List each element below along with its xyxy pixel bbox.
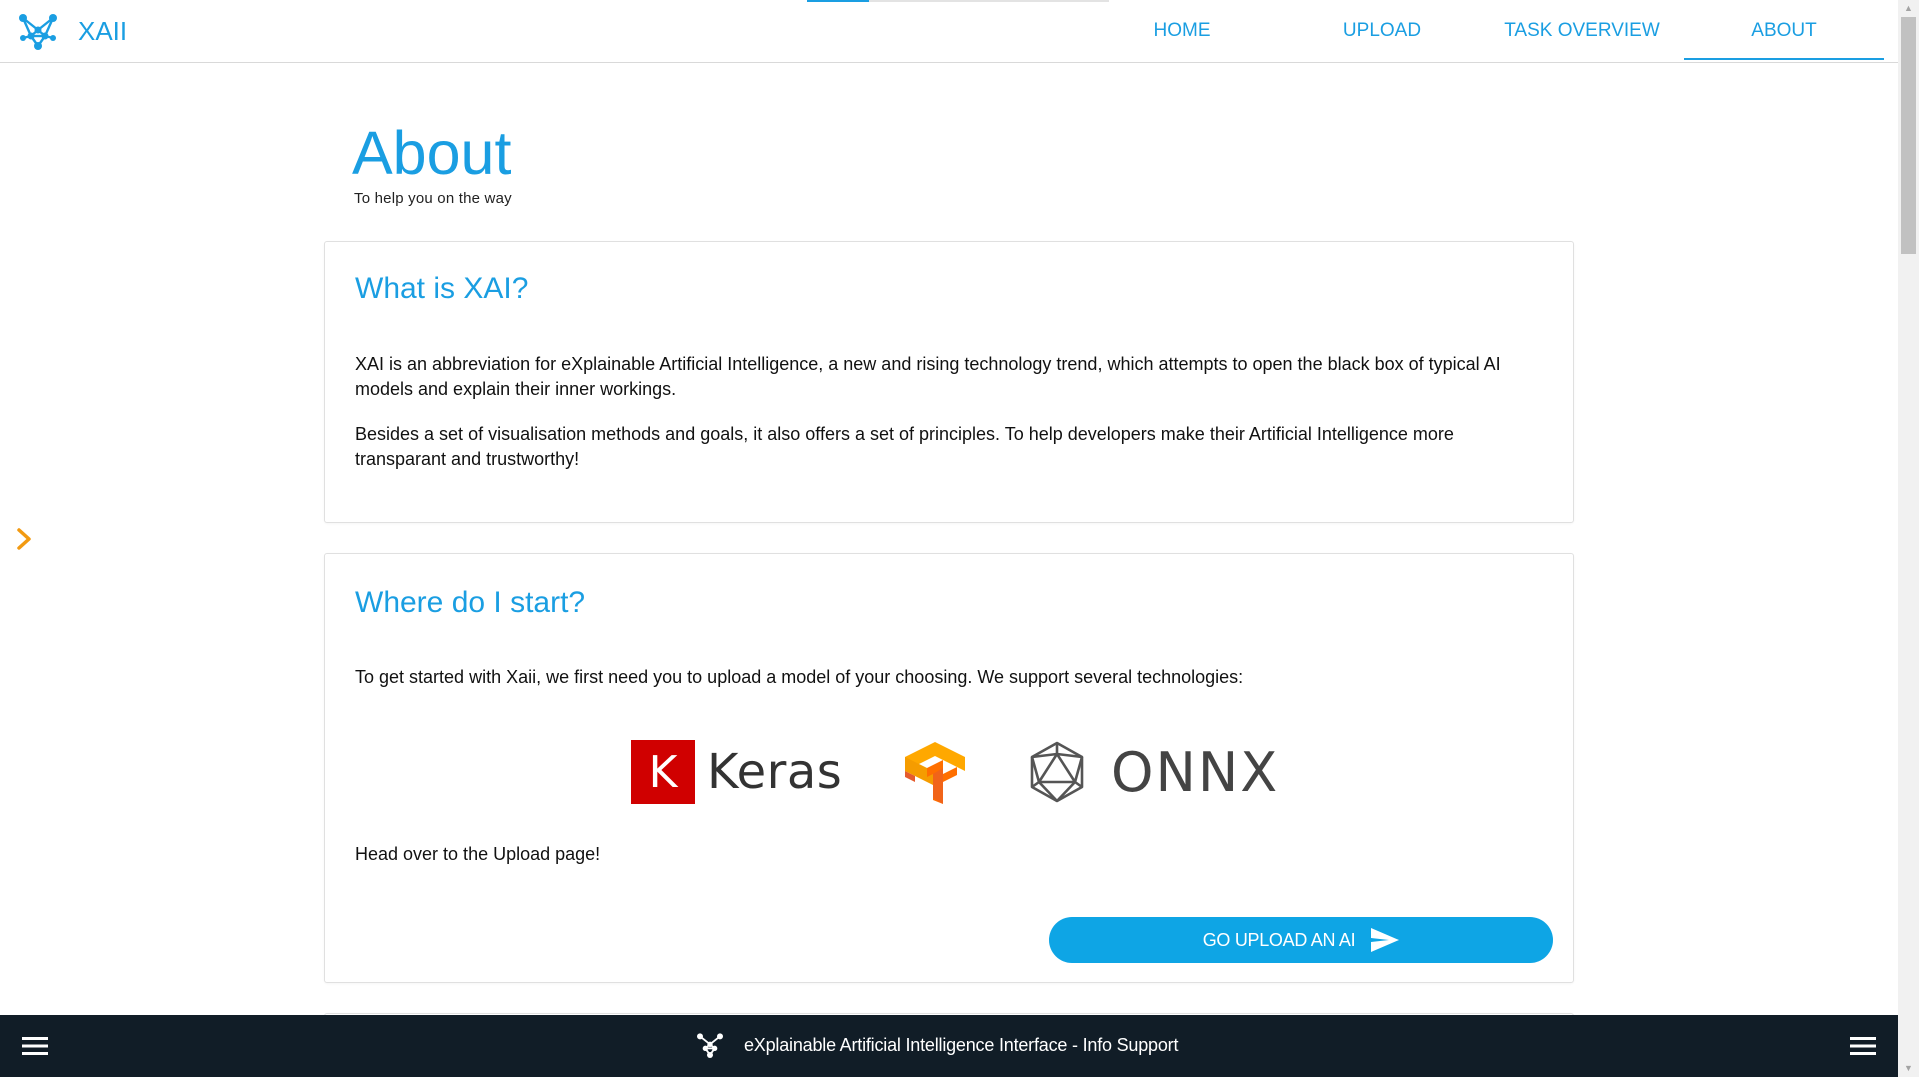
scroll-up-arrow-icon[interactable]: ▲ bbox=[1898, 0, 1919, 17]
card-title: Where do I start? bbox=[355, 586, 586, 619]
nav-task-overview[interactable]: TASK OVERVIEW bbox=[1497, 0, 1667, 62]
top-navbar: XAII HOME UPLOAD TASK OVERVIEW ABOUT bbox=[0, 0, 1898, 63]
card-paragraph: XAI is an abbreviation for eXplainable A… bbox=[355, 354, 1501, 399]
footer: eXplainable Artificial Intelligence Inte… bbox=[0, 1015, 1898, 1077]
nav-upload[interactable]: UPLOAD bbox=[1297, 0, 1467, 62]
card-cta-text: Head over to the Upload page! bbox=[355, 844, 601, 864]
send-arrow-icon bbox=[1371, 928, 1400, 952]
page-title: About bbox=[352, 119, 512, 187]
keras-name: Keras bbox=[707, 744, 843, 800]
loading-progress-bar bbox=[807, 0, 1109, 2]
brand[interactable]: XAII bbox=[17, 10, 127, 52]
onnx-logo: ONNX bbox=[1025, 740, 1279, 804]
nav-home[interactable]: HOME bbox=[1097, 0, 1267, 62]
hamburger-menu-icon[interactable] bbox=[1850, 1035, 1876, 1057]
card-title: What is XAI? bbox=[355, 272, 529, 305]
go-upload-button[interactable]: GO UPLOAD AN AI bbox=[1049, 917, 1553, 963]
nav-about[interactable]: ABOUT bbox=[1684, 0, 1884, 62]
footer-text: eXplainable Artificial Intelligence Inte… bbox=[744, 1034, 1179, 1055]
card-paragraph: Besides a set of visualisation methods a… bbox=[355, 424, 1454, 469]
keras-mark: K bbox=[648, 746, 678, 798]
network-molecule-icon bbox=[19, 14, 57, 50]
scrollbar-thumb[interactable] bbox=[1901, 17, 1916, 254]
scroll-down-arrow-icon[interactable]: ▼ bbox=[1898, 1060, 1919, 1077]
onnx-name: ONNX bbox=[1111, 740, 1280, 804]
keras-logo: K Keras bbox=[631, 740, 842, 804]
card-what-is-xai: What is XAI? XAI is an abbreviation for … bbox=[324, 241, 1574, 523]
tensorflow-logo-icon bbox=[905, 742, 965, 804]
brand-name: XAII bbox=[78, 15, 128, 46]
page-scrollbar[interactable]: ▲ ▼ bbox=[1898, 0, 1919, 1077]
chevron-right-icon[interactable] bbox=[14, 526, 36, 552]
network-molecule-icon bbox=[697, 1033, 723, 1058]
hamburger-menu-icon[interactable] bbox=[22, 1035, 48, 1057]
go-upload-button-label: GO UPLOAD AN AI bbox=[1202, 929, 1356, 950]
footer-brand: eXplainable Artificial Intelligence Inte… bbox=[696, 1031, 1178, 1059]
page-subtitle: To help you on the way bbox=[354, 190, 512, 207]
onnx-icosahedron-icon bbox=[1030, 741, 1084, 803]
card-where-do-i-start: Where do I start? To get started with Xa… bbox=[324, 553, 1574, 983]
technology-logos: K Keras ONNX bbox=[325, 740, 1573, 810]
card-intro: To get started with Xaii, we first need … bbox=[355, 667, 1244, 687]
